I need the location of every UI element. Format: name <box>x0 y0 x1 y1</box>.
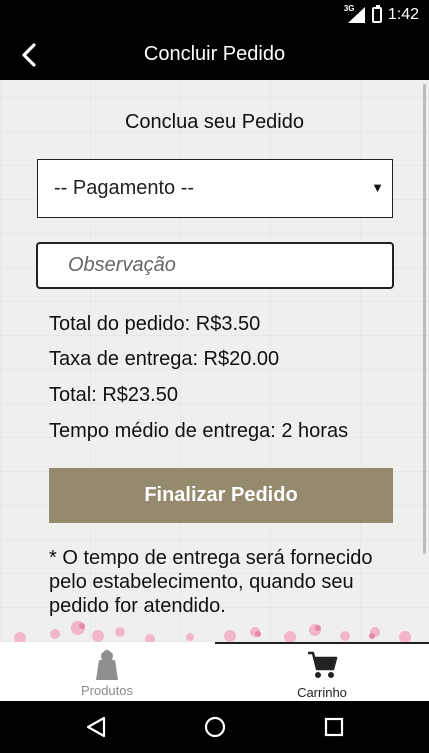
content-area[interactable]: Conclua seu Pedido -- Pagamento -- ▼ Tot… <box>0 80 429 642</box>
signal-icon: 3G <box>343 4 366 24</box>
app-bar: Concluir Pedido <box>0 30 429 80</box>
nav-home-icon[interactable] <box>203 715 227 739</box>
system-navigation-bar <box>0 701 429 753</box>
order-total-text: Total do pedido: R$3.50 <box>49 313 261 335</box>
cart-icon <box>308 651 338 678</box>
finalize-order-button[interactable]: Finalizar Pedido <box>49 468 393 523</box>
status-bar: 3G 1:42 <box>0 0 429 30</box>
observation-field-wrapper <box>36 242 394 289</box>
nav-recents-icon[interactable] <box>322 715 346 739</box>
dropdown-arrow-icon: ▼ <box>371 180 384 195</box>
observation-input[interactable] <box>38 244 392 287</box>
scrollbar[interactable] <box>423 84 426 554</box>
bottom-navigation: Produtos Carrinho <box>0 642 429 701</box>
payment-select-value: -- Pagamento -- <box>54 177 195 199</box>
total-text: Total: R$23.50 <box>49 384 178 406</box>
tab-carrinho[interactable]: Carrinho <box>215 642 429 701</box>
delivery-fee-text: Taxa de entrega: R$20.00 <box>49 348 280 370</box>
tab-carrinho-label: Carrinho <box>297 685 347 700</box>
average-delivery-time-text: Tempo médio de entrega: 2 horas <box>49 420 349 442</box>
status-icons: 3G 1:42 <box>344 4 419 26</box>
tab-produtos-label: Produtos <box>80 683 134 698</box>
network-type: 3G <box>343 4 355 13</box>
tab-produtos[interactable]: Produtos <box>0 642 214 701</box>
clock: 1:42 <box>387 6 419 23</box>
delivery-note: * O tempo de entrega será fornecido pelo… <box>49 547 373 617</box>
payment-select[interactable]: -- Pagamento -- ▼ <box>37 159 393 218</box>
nav-back-icon[interactable] <box>84 715 108 739</box>
page-title: Conclua seu Pedido <box>124 111 304 133</box>
app-bar-title: Concluir Pedido <box>143 43 286 65</box>
battery-icon <box>371 5 382 23</box>
flowers-decoration <box>14 621 411 642</box>
flower-bag-icon <box>96 650 118 680</box>
